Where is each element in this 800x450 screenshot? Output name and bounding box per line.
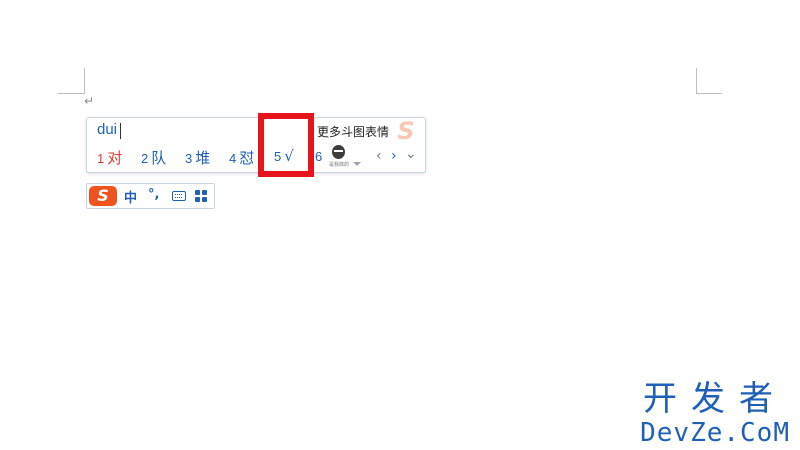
expand-icon[interactable]: ⌄ (405, 146, 417, 162)
watermark-cn: 开发者 (643, 379, 788, 419)
paragraph-mark: ↵ (84, 94, 95, 108)
candidate-2-text: 队 (151, 149, 167, 167)
candidate-6[interactable]: 6 (315, 147, 325, 165)
grid-icon[interactable] (195, 190, 208, 203)
candidate-2[interactable]: 2队 (141, 147, 166, 168)
candidate-1-num: 1 (97, 151, 105, 166)
punctuation-toggle[interactable]: °, (148, 187, 159, 202)
sticker-dropdown-icon[interactable] (353, 162, 361, 166)
candidate-1[interactable]: 1对 (97, 147, 122, 168)
ime-status-bar: S 中 °, (86, 183, 215, 209)
candidate-3-text: 堆 (195, 149, 211, 167)
next-page-icon[interactable]: › (391, 148, 397, 164)
text-caret (120, 123, 121, 139)
sticker-candidate[interactable]: 是我搞的 (329, 145, 349, 169)
candidate-4-num: 4 (229, 151, 237, 166)
candidate-4-text: 怼 (239, 149, 255, 167)
candidate-6-num: 6 (315, 149, 323, 164)
sticker-caption: 是我搞的 (329, 162, 350, 168)
pinyin-input[interactable]: dui (97, 121, 117, 138)
watermark-en: DevZe.CoM (640, 418, 790, 448)
candidate-4[interactable]: 4怼 (229, 147, 254, 168)
prev-page-icon[interactable]: ‹ (376, 148, 382, 164)
input-mode-toggle[interactable]: 中 (124, 187, 137, 206)
sticker-face-icon (332, 145, 345, 159)
more-stickers-link[interactable]: 更多斗图表情 (317, 123, 389, 140)
sogou-logo-watermark: S (397, 117, 415, 145)
candidate-3-num: 3 (185, 151, 193, 166)
keyboard-icon[interactable] (172, 191, 186, 201)
site-watermark: 开发者 DevZe.CoM (640, 380, 790, 448)
sticker-glasses (334, 150, 343, 152)
sogou-logo[interactable]: S (89, 186, 117, 206)
ime-candidate-window: dui 更多斗图表情 S 1对 2队 3堆 4怼 5 √ 6 是我搞的 ‹ › ⌄ (86, 117, 426, 173)
candidate-2-num: 2 (141, 151, 149, 166)
highlight-box (258, 113, 314, 177)
candidate-1-text: 对 (107, 149, 123, 167)
candidate-3[interactable]: 3堆 (185, 147, 210, 168)
